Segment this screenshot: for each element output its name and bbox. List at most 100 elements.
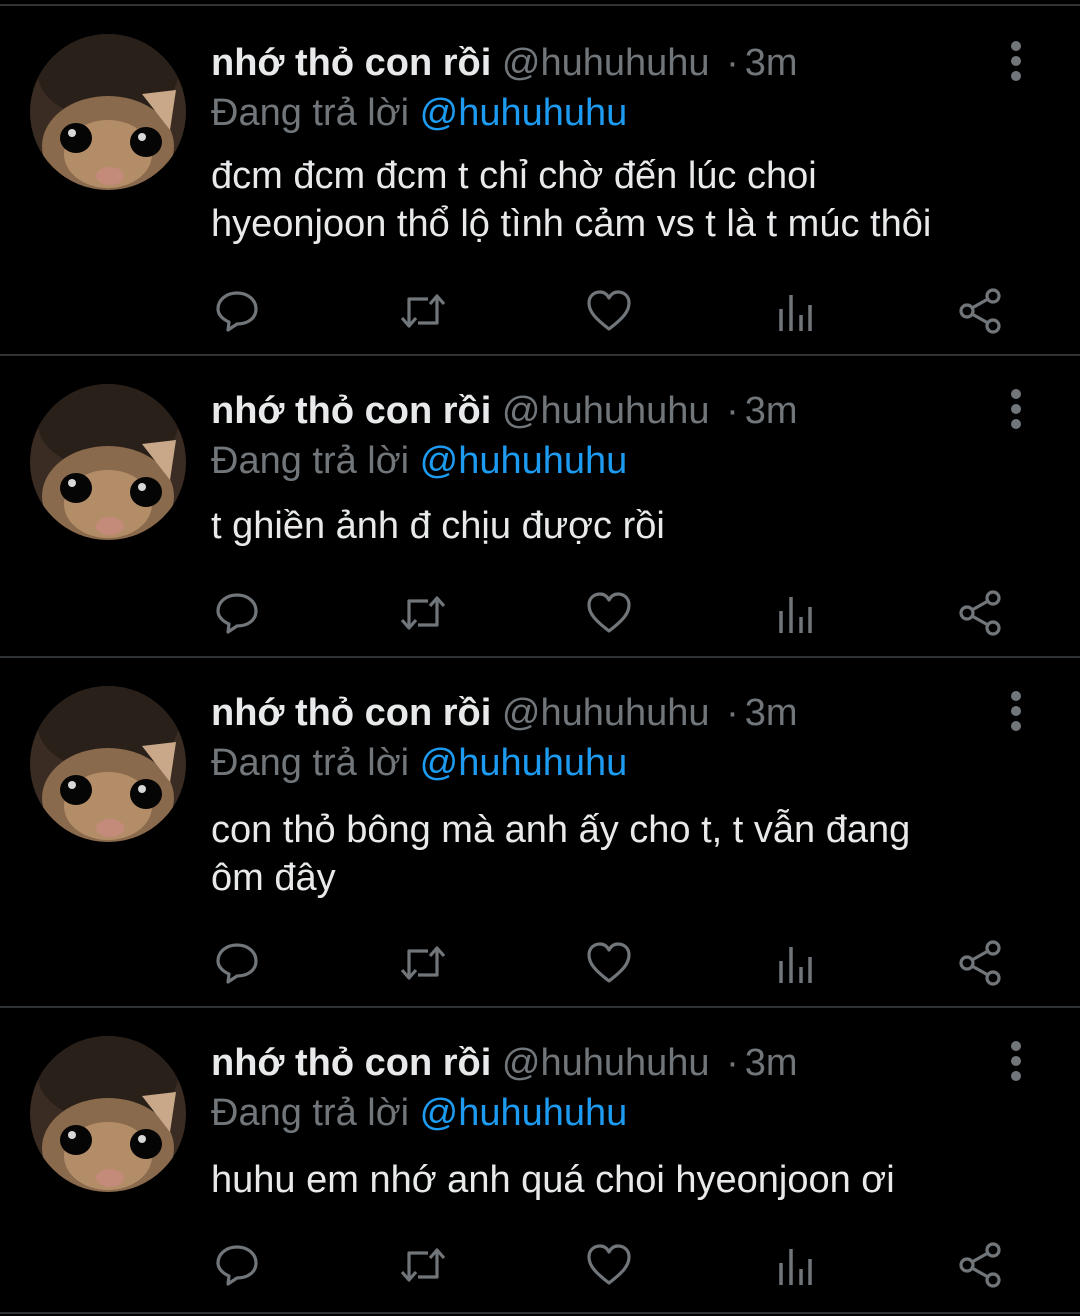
reply-mention-link[interactable]: @huhuhuhu [420, 1092, 628, 1134]
share-button[interactable] [956, 938, 1006, 988]
user-handle[interactable]: @huhuhuhu [502, 692, 710, 734]
tweet-actions [0, 938, 1080, 988]
like-button[interactable] [584, 286, 634, 336]
reply-icon [216, 943, 258, 984]
timestamp[interactable]: 3m [745, 1042, 798, 1084]
tweet-text-line: con thỏ bông mà anh ấy cho t, t vẫn đang [211, 809, 911, 851]
analytics-button[interactable] [770, 588, 820, 638]
share-button[interactable] [956, 286, 1006, 336]
tweet-text-line: huhu em nhớ anh quá choi hyeonjoon ơi [211, 1159, 895, 1201]
timestamp[interactable]: 3m [745, 42, 798, 84]
retweet-button[interactable] [398, 286, 448, 336]
replying-to: Đang trả lời @huhuhuhu [211, 740, 627, 786]
feed-bottom-divider [0, 1312, 1080, 1314]
more-vertical-icon [1011, 389, 1021, 429]
analytics-button[interactable] [770, 286, 820, 336]
tweet-2[interactable]: nhớ thỏ con rồi @huhuhuhu · 3m Đang trả l… [0, 354, 1080, 658]
tweet-actions [0, 286, 1080, 336]
display-name[interactable]: nhớ thỏ con rồi [211, 42, 491, 84]
avatar[interactable] [30, 686, 186, 842]
user-handle[interactable]: @huhuhuhu [502, 1042, 710, 1084]
tweet-header: nhớ thỏ con rồi @huhuhuhu · 3m [211, 388, 798, 434]
separator-dot: · [726, 390, 739, 432]
tweet-header: nhớ thỏ con rồi @huhuhuhu · 3m [211, 40, 798, 86]
retweet-icon [400, 596, 446, 630]
replying-to: Đang trả lời @huhuhuhu [211, 438, 627, 484]
tweet-1[interactable]: nhớ thỏ con rồi @huhuhuhu · 3m Đang trả l… [0, 4, 1080, 356]
retweet-button[interactable] [398, 588, 448, 638]
more-vertical-icon [1011, 1041, 1021, 1081]
like-icon [587, 1244, 631, 1285]
retweet-button[interactable] [398, 938, 448, 988]
share-button[interactable] [956, 588, 1006, 638]
share-button[interactable] [956, 1240, 1006, 1290]
more-options-button[interactable] [996, 1040, 1036, 1084]
timestamp[interactable]: 3m [745, 692, 798, 734]
more-options-button[interactable] [996, 40, 1036, 84]
share-icon [959, 288, 1001, 334]
retweet-icon [400, 294, 446, 328]
user-handle[interactable]: @huhuhuhu [502, 42, 710, 84]
more-vertical-icon [1011, 691, 1021, 731]
separator-dot: · [726, 42, 739, 84]
reply-prefix: Đang trả lời [211, 742, 410, 784]
retweet-icon [400, 1248, 446, 1282]
tweet-4[interactable]: nhớ thỏ con rồi @huhuhuhu · 3m Đang trả l… [0, 1006, 1080, 1314]
share-icon [959, 1242, 1001, 1288]
reply-mention-link[interactable]: @huhuhuhu [420, 92, 628, 134]
like-icon [587, 290, 631, 331]
tweet-text-line: t ghiền ảnh đ chịu được rồi [211, 505, 665, 547]
tweet-text-line: hyeonjoon thổ lộ tình cảm vs t là t múc … [211, 203, 932, 245]
analytics-button[interactable] [770, 938, 820, 988]
tweet-actions [0, 588, 1080, 638]
reply-button[interactable] [212, 938, 262, 988]
reply-button[interactable] [212, 588, 262, 638]
reply-icon [216, 593, 258, 634]
like-icon [587, 942, 631, 983]
like-button[interactable] [584, 588, 634, 638]
replying-to: Đang trả lời @huhuhuhu [211, 90, 627, 136]
analytics-button[interactable] [770, 1240, 820, 1290]
retweet-button[interactable] [398, 1240, 448, 1290]
display-name[interactable]: nhớ thỏ con rồi [211, 1042, 491, 1084]
tweet-text-line: đcm đcm đcm t chỉ chờ đến lúc choi [211, 155, 817, 197]
share-icon [959, 940, 1001, 986]
like-button[interactable] [584, 1240, 634, 1290]
reply-icon [216, 291, 258, 332]
more-options-button[interactable] [996, 690, 1036, 734]
more-vertical-icon [1011, 41, 1021, 81]
more-options-button[interactable] [996, 388, 1036, 432]
tweet-header: nhớ thỏ con rồi @huhuhuhu · 3m [211, 1040, 798, 1086]
reply-icon [216, 1245, 258, 1286]
avatar[interactable] [30, 1036, 186, 1192]
reply-prefix: Đang trả lời [211, 92, 410, 134]
analytics-icon [779, 597, 812, 633]
avatar[interactable] [30, 384, 186, 540]
reply-button[interactable] [212, 286, 262, 336]
tweet-actions [0, 1240, 1080, 1290]
replying-to: Đang trả lời @huhuhuhu [211, 1090, 627, 1136]
reply-mention-link[interactable]: @huhuhuhu [420, 742, 628, 784]
timestamp[interactable]: 3m [745, 390, 798, 432]
reply-prefix: Đang trả lời [211, 1092, 410, 1134]
display-name[interactable]: nhớ thỏ con rồi [211, 390, 491, 432]
analytics-icon [779, 947, 812, 983]
avatar[interactable] [30, 34, 186, 190]
share-icon [959, 590, 1001, 636]
analytics-icon [779, 1249, 812, 1285]
display-name[interactable]: nhớ thỏ con rồi [211, 692, 491, 734]
tweet-text: t ghiền ảnh đ chịu được rồi [211, 502, 1041, 550]
separator-dot: · [726, 1042, 739, 1084]
retweet-icon [400, 946, 446, 980]
reply-button[interactable] [212, 1240, 262, 1290]
tweet-text: con thỏ bông mà anh ấy cho t, t vẫn đang… [211, 806, 1041, 902]
tweet-3[interactable]: nhớ thỏ con rồi @huhuhuhu · 3m Đang trả l… [0, 656, 1080, 1008]
analytics-icon [779, 295, 812, 331]
reply-prefix: Đang trả lời [211, 440, 410, 482]
like-button[interactable] [584, 938, 634, 988]
separator-dot: · [726, 692, 739, 734]
user-handle[interactable]: @huhuhuhu [502, 390, 710, 432]
tweet-text: đcm đcm đcm t chỉ chờ đến lúc choi hyeon… [211, 152, 1041, 248]
like-icon [587, 592, 631, 633]
reply-mention-link[interactable]: @huhuhuhu [420, 440, 628, 482]
